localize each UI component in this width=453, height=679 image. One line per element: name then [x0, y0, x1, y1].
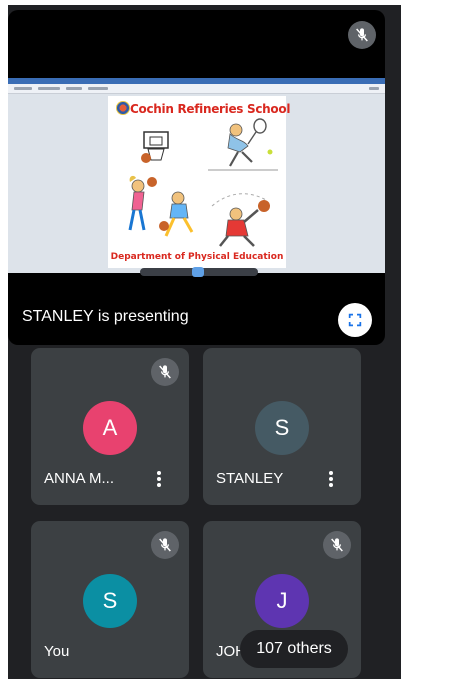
kebab-dot-icon [329, 483, 333, 487]
more-options-button[interactable] [325, 468, 337, 490]
shared-screen: Cochin Refineries School Department of P… [8, 78, 385, 273]
kebab-dot-icon [157, 477, 161, 481]
participant-name: You [44, 643, 70, 660]
participant-tile[interactable]: A ANNA M... [31, 348, 189, 505]
kebab-dot-icon [157, 471, 161, 475]
presenter-mic-off-badge [348, 21, 376, 49]
mic-off-badge [323, 531, 351, 559]
presentation-card[interactable]: Cochin Refineries School Department of P… [8, 10, 385, 345]
avatar: S [255, 401, 309, 455]
sports-illustration [128, 118, 278, 247]
more-options-button[interactable] [153, 468, 165, 490]
participant-tile[interactable]: S You [31, 521, 189, 678]
participant-tile[interactable]: S STANLEY [203, 348, 361, 505]
mic-off-badge [151, 358, 179, 386]
others-chip[interactable]: 107 others [240, 630, 348, 668]
fullscreen-button[interactable] [338, 303, 372, 337]
mic-off-badge [151, 531, 179, 559]
kebab-dot-icon [329, 471, 333, 475]
mic-off-icon [159, 538, 171, 552]
mic-off-icon [356, 28, 368, 42]
avatar: A [83, 401, 137, 455]
presentation-slide: Cochin Refineries School Department of P… [108, 96, 290, 268]
avatar: J [255, 574, 309, 628]
mic-off-icon [331, 538, 343, 552]
slide-title: Cochin Refineries School [130, 102, 291, 116]
school-logo-icon [116, 101, 130, 115]
presentation-controls-thumb[interactable] [192, 267, 204, 277]
slide-footer: Department of Physical Education [110, 252, 284, 262]
presentation-controls[interactable] [140, 267, 258, 277]
fullscreen-icon [348, 313, 362, 327]
presenting-status: STANLEY is presenting [22, 308, 189, 325]
window-menubar [8, 84, 385, 94]
participant-name: STANLEY [216, 470, 284, 487]
kebab-dot-icon [157, 483, 161, 487]
kebab-dot-icon [329, 477, 333, 481]
mic-off-icon [159, 365, 171, 379]
participant-name: ANNA M... [44, 470, 115, 487]
meeting-screen: Cochin Refineries School Department of P… [8, 5, 401, 679]
avatar: S [83, 574, 137, 628]
